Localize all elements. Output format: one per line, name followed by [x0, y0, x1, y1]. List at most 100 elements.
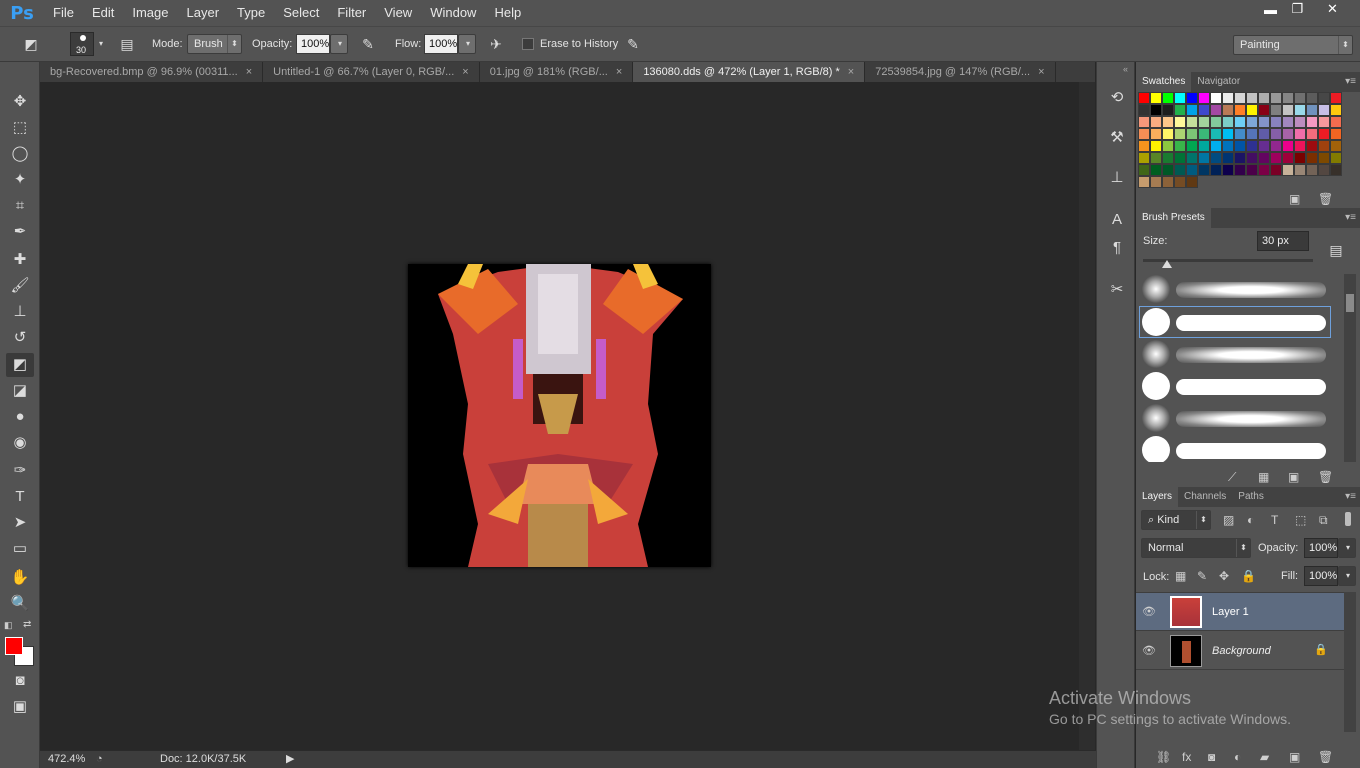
lock-all-icon[interactable]: 🔒 [1241, 569, 1256, 583]
swatch-cell[interactable] [1138, 116, 1150, 128]
move-tool-icon[interactable]: ✥ [6, 90, 34, 114]
swatch-cell[interactable] [1306, 92, 1318, 104]
swatch-cell[interactable] [1162, 116, 1174, 128]
swatch-cell[interactable] [1306, 164, 1318, 176]
swatch-cell[interactable] [1330, 140, 1342, 152]
share-icon[interactable]: ◔ [96, 753, 103, 765]
swatch-cell[interactable] [1162, 152, 1174, 164]
eraser-tool-preset-icon[interactable]: ◩ [20, 33, 42, 55]
workspace-select[interactable]: Painting ⬍ [1233, 35, 1353, 55]
menu-view[interactable]: View [375, 0, 421, 26]
filter-shape-icon[interactable]: ⬚ [1295, 513, 1306, 527]
clone-stamp-tool-icon[interactable]: ⊥ [6, 300, 34, 324]
layer-opacity-input[interactable]: 100% [1304, 538, 1338, 558]
swatch-cell[interactable] [1282, 104, 1294, 116]
swatch-cell[interactable] [1198, 104, 1210, 116]
new-swatch-icon[interactable]: ▣ [1289, 192, 1300, 206]
swatch-cell[interactable] [1210, 152, 1222, 164]
brush-picker-dropdown-icon[interactable]: ▾ [95, 32, 107, 56]
quick-mask-icon[interactable]: ◙ [6, 669, 34, 693]
swatch-cell[interactable] [1174, 128, 1186, 140]
character-panel-icon[interactable]: A [1105, 208, 1129, 232]
swatch-cell[interactable] [1282, 164, 1294, 176]
filter-type-icon[interactable]: T [1271, 513, 1278, 527]
menu-select[interactable]: Select [274, 0, 328, 26]
swatch-cell[interactable] [1294, 92, 1306, 104]
lock-pixels-icon[interactable]: ✎ [1197, 569, 1207, 583]
swatch-cell[interactable] [1174, 104, 1186, 116]
swatch-cell[interactable] [1258, 164, 1270, 176]
swatch-cell[interactable] [1162, 104, 1174, 116]
swatch-cell[interactable] [1174, 116, 1186, 128]
swatch-cell[interactable] [1186, 116, 1198, 128]
swatch-cell[interactable] [1186, 176, 1198, 188]
menu-layer[interactable]: Layer [178, 0, 229, 26]
layer-filter-kind[interactable]: ⌕ Kind ⬍ [1141, 510, 1211, 530]
tab-layers[interactable]: Layers [1136, 487, 1179, 507]
filter-adjustment-icon[interactable]: ◐ [1247, 513, 1254, 527]
menu-image[interactable]: Image [123, 0, 177, 26]
swatch-cell[interactable] [1198, 164, 1210, 176]
flow-input[interactable]: 100% [424, 34, 458, 54]
swatch-cell[interactable] [1186, 140, 1198, 152]
paint-bucket-tool-icon[interactable]: ◪ [6, 379, 34, 403]
status-menu-arrow-icon[interactable]: ▶ [286, 752, 294, 765]
swatch-cell[interactable] [1150, 164, 1162, 176]
swatch-cell[interactable] [1306, 116, 1318, 128]
swatch-cell[interactable] [1198, 128, 1210, 140]
swatch-cell[interactable] [1258, 140, 1270, 152]
menu-window[interactable]: Window [421, 0, 485, 26]
swatch-cell[interactable] [1318, 116, 1330, 128]
panel-menu-icon[interactable]: ▾≡ [1345, 208, 1356, 228]
swatch-cell[interactable] [1270, 116, 1282, 128]
swatch-cell[interactable] [1234, 92, 1246, 104]
swatch-cell[interactable] [1186, 128, 1198, 140]
swatch-cell[interactable] [1258, 128, 1270, 140]
tab-brush-presets[interactable]: Brush Presets [1136, 208, 1211, 228]
brush-preset-soft-1[interactable] [1140, 274, 1330, 304]
swatch-cell[interactable] [1150, 176, 1162, 188]
swap-colors-icon[interactable]: ⇄ [23, 619, 31, 630]
swatch-cell[interactable] [1174, 92, 1186, 104]
swatch-cell[interactable] [1294, 164, 1306, 176]
screen-mode-icon[interactable]: ▣ [6, 695, 34, 719]
swatch-cell[interactable] [1198, 116, 1210, 128]
swatch-cell[interactable] [1186, 104, 1198, 116]
swatch-cell[interactable] [1270, 128, 1282, 140]
swatch-cell[interactable] [1318, 152, 1330, 164]
visibility-eye-icon[interactable]: 👁 [1142, 644, 1156, 657]
brush-preset-hard-1[interactable] [1139, 306, 1331, 338]
brush-preset-soft-3[interactable] [1140, 403, 1330, 433]
swatch-cell[interactable] [1198, 152, 1210, 164]
layer-style-icon[interactable]: fx [1182, 750, 1191, 764]
brush-size-input[interactable]: 30 px [1257, 231, 1309, 251]
brush-grid-icon[interactable]: ▦ [1258, 470, 1269, 484]
delete-layer-icon[interactable]: 🗑 [1318, 750, 1333, 764]
erase-history-checkbox[interactable] [522, 38, 534, 50]
swatch-cell[interactable] [1246, 92, 1258, 104]
swatch-cell[interactable] [1234, 140, 1246, 152]
swatch-cell[interactable] [1258, 116, 1270, 128]
swatch-cell[interactable] [1318, 104, 1330, 116]
swatch-cell[interactable] [1258, 152, 1270, 164]
type-tool-icon[interactable]: T [6, 485, 34, 509]
opacity-input[interactable]: 100% [296, 34, 330, 54]
swatch-cell[interactable] [1150, 92, 1162, 104]
close-window-button[interactable]: ✕ [1316, 0, 1349, 18]
foreground-color-swatch[interactable] [5, 637, 23, 655]
swatch-cell[interactable] [1234, 164, 1246, 176]
scroll-thumb[interactable] [1346, 294, 1354, 312]
swatch-cell[interactable] [1270, 92, 1282, 104]
new-brush-icon[interactable]: ▣ [1288, 470, 1299, 484]
swatch-cell[interactable] [1162, 140, 1174, 152]
swatch-cell[interactable] [1162, 164, 1174, 176]
swatch-cell[interactable] [1150, 152, 1162, 164]
layer-row-background[interactable]: 👁 Background 🔒 [1136, 632, 1344, 670]
swatch-cell[interactable] [1222, 116, 1234, 128]
marquee-tool-icon[interactable]: ⬚ [6, 116, 34, 140]
toggle-brush-panel-icon[interactable]: ⟋ [1228, 470, 1236, 485]
swatch-cell[interactable] [1294, 104, 1306, 116]
brush-panel-toggle-icon[interactable]: ▤ [116, 33, 138, 55]
slider-handle[interactable] [1162, 260, 1172, 268]
swatch-cell[interactable] [1330, 164, 1342, 176]
